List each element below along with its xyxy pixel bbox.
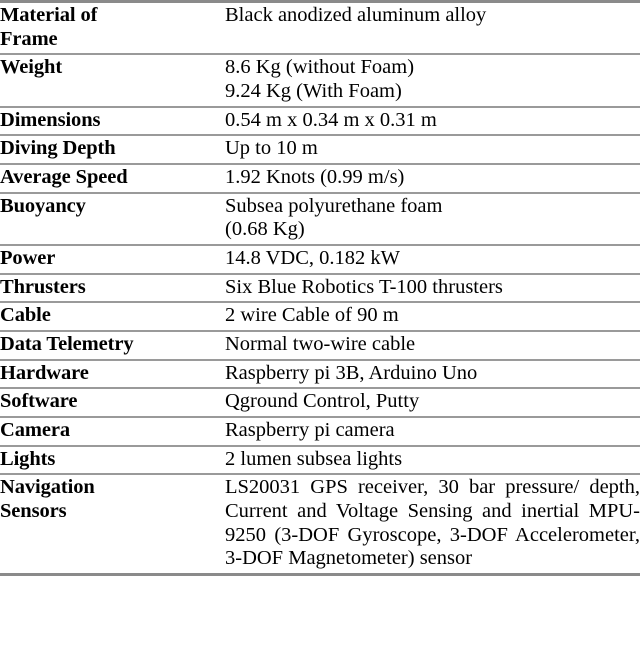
label-line: Sensors	[0, 500, 67, 523]
value-line: Six Blue Robotics T-100 thrusters	[225, 275, 503, 298]
table-row: Hardware Raspberry pi 3B, Arduino Uno	[0, 359, 640, 389]
value-line: 9.24 Kg (With Foam)	[225, 80, 402, 103]
table-row: Weight 8.6 Kg (without Foam) 9.24 Kg (Wi…	[0, 54, 640, 106]
row-label-hardware: Hardware	[0, 360, 225, 389]
value-line: Up to 10 m	[225, 137, 318, 160]
row-value-average-speed: 1.92 Knots (0.99 m/s)	[225, 164, 640, 193]
label-line: Hardware	[0, 361, 89, 384]
row-label-data-telemetry: Data Telemetry	[0, 331, 225, 360]
label-line: Diving Depth	[0, 137, 116, 160]
label-line: Weight	[0, 56, 63, 79]
specifications-table: Material of Frame Black anodized aluminu…	[0, 0, 640, 576]
row-value-hardware: Raspberry pi 3B, Arduino Uno	[225, 360, 640, 389]
row-value-diving-depth: Up to 10 m	[225, 135, 640, 164]
row-label-diving-depth: Diving Depth	[0, 135, 225, 164]
value-line: Raspberry pi 3B, Arduino Uno	[225, 361, 478, 384]
label-line: Software	[0, 390, 78, 413]
row-label-material-of-frame: Material of Frame	[0, 2, 225, 55]
value-line: 8.6 Kg (without Foam)	[225, 56, 415, 79]
row-label-cable: Cable	[0, 302, 225, 331]
label-line: Thrusters	[0, 275, 86, 298]
value-line: 2 lumen subsea lights	[225, 447, 403, 470]
label-line: Lights	[0, 447, 56, 470]
row-value-camera: Raspberry pi camera	[225, 417, 640, 446]
table-row: Power 14.8 VDC, 0.182 kW	[0, 245, 640, 274]
label-line: Buoyancy	[0, 194, 86, 217]
table-row: Lights 2 lumen subsea lights	[0, 445, 640, 475]
row-value-weight: 8.6 Kg (without Foam) 9.24 Kg (With Foam…	[225, 54, 640, 106]
row-label-software: Software	[0, 388, 225, 417]
table-row: Buoyancy Subsea polyurethane foam (0.68 …	[0, 192, 640, 245]
row-value-thrusters: Six Blue Robotics T-100 thrusters	[225, 274, 640, 303]
table-row: Diving Depth Up to 10 m	[0, 135, 640, 164]
value-line: Black anodized aluminum alloy	[225, 4, 487, 26]
label-line: Navigation	[0, 476, 95, 499]
value-line: Raspberry pi camera	[225, 419, 395, 442]
label-line: Material of	[0, 4, 98, 26]
value-line: 0.54 m x 0.34 m x 0.31 m	[225, 108, 437, 131]
label-line: Average Speed	[0, 166, 128, 189]
row-value-power: 14.8 VDC, 0.182 kW	[225, 245, 640, 274]
label-line: Frame	[0, 27, 58, 50]
table-row: Dimensions 0.54 m x 0.34 m x 0.31 m	[0, 106, 640, 136]
value-line: 1.92 Knots (0.99 m/s)	[225, 166, 405, 189]
label-line: Cable	[0, 304, 51, 327]
table-row: Navigation Sensors LS20031 GPS receiver,…	[0, 474, 640, 575]
row-label-camera: Camera	[0, 417, 225, 446]
row-label-thrusters: Thrusters	[0, 274, 225, 303]
table-row: Thrusters Six Blue Robotics T-100 thrust…	[0, 273, 640, 303]
value-line: Subsea polyurethane foam	[225, 194, 443, 217]
row-label-navigation-sensors: Navigation Sensors	[0, 474, 225, 574]
table-row: Average Speed 1.92 Knots (0.99 m/s)	[0, 164, 640, 193]
label-line: Dimensions	[0, 108, 101, 131]
row-value-material-of-frame: Black anodized aluminum alloy	[225, 2, 640, 55]
row-value-software: Qground Control, Putty	[225, 388, 640, 417]
label-line: Data Telemetry	[0, 333, 134, 356]
table-row: Cable 2 wire Cable of 90 m	[0, 302, 640, 331]
specifications-table-body: Material of Frame Black anodized aluminu…	[0, 1, 640, 575]
table-row: Camera Raspberry pi camera	[0, 417, 640, 446]
value-line: 14.8 VDC, 0.182 kW	[225, 247, 401, 270]
row-value-cable: 2 wire Cable of 90 m	[225, 302, 640, 331]
row-value-data-telemetry: Normal two-wire cable	[225, 331, 640, 360]
row-label-power: Power	[0, 245, 225, 274]
row-value-dimensions: 0.54 m x 0.34 m x 0.31 m	[225, 107, 640, 136]
table-row: Software Qground Control, Putty	[0, 388, 640, 417]
row-label-dimensions: Dimensions	[0, 107, 225, 136]
value-line: (0.68 Kg)	[225, 218, 305, 241]
table-row: Material of Frame Black anodized aluminu…	[0, 1, 640, 55]
table-row: Data Telemetry Normal two-wire cable	[0, 331, 640, 360]
label-line: Power	[0, 247, 56, 270]
value-line: LS20031 GPS receiver, 30 bar pressure/ d…	[225, 476, 640, 570]
row-label-weight: Weight	[0, 54, 225, 106]
row-value-lights: 2 lumen subsea lights	[225, 446, 640, 475]
row-value-navigation-sensors: LS20031 GPS receiver, 30 bar pressure/ d…	[225, 474, 640, 574]
row-label-average-speed: Average Speed	[0, 164, 225, 193]
value-line: Normal two-wire cable	[225, 333, 416, 356]
row-label-lights: Lights	[0, 446, 225, 475]
label-line: Camera	[0, 419, 70, 442]
row-value-buoyancy: Subsea polyurethane foam (0.68 Kg)	[225, 193, 640, 245]
value-line: Qground Control, Putty	[225, 390, 420, 413]
row-label-buoyancy: Buoyancy	[0, 193, 225, 245]
value-line: 2 wire Cable of 90 m	[225, 304, 399, 327]
